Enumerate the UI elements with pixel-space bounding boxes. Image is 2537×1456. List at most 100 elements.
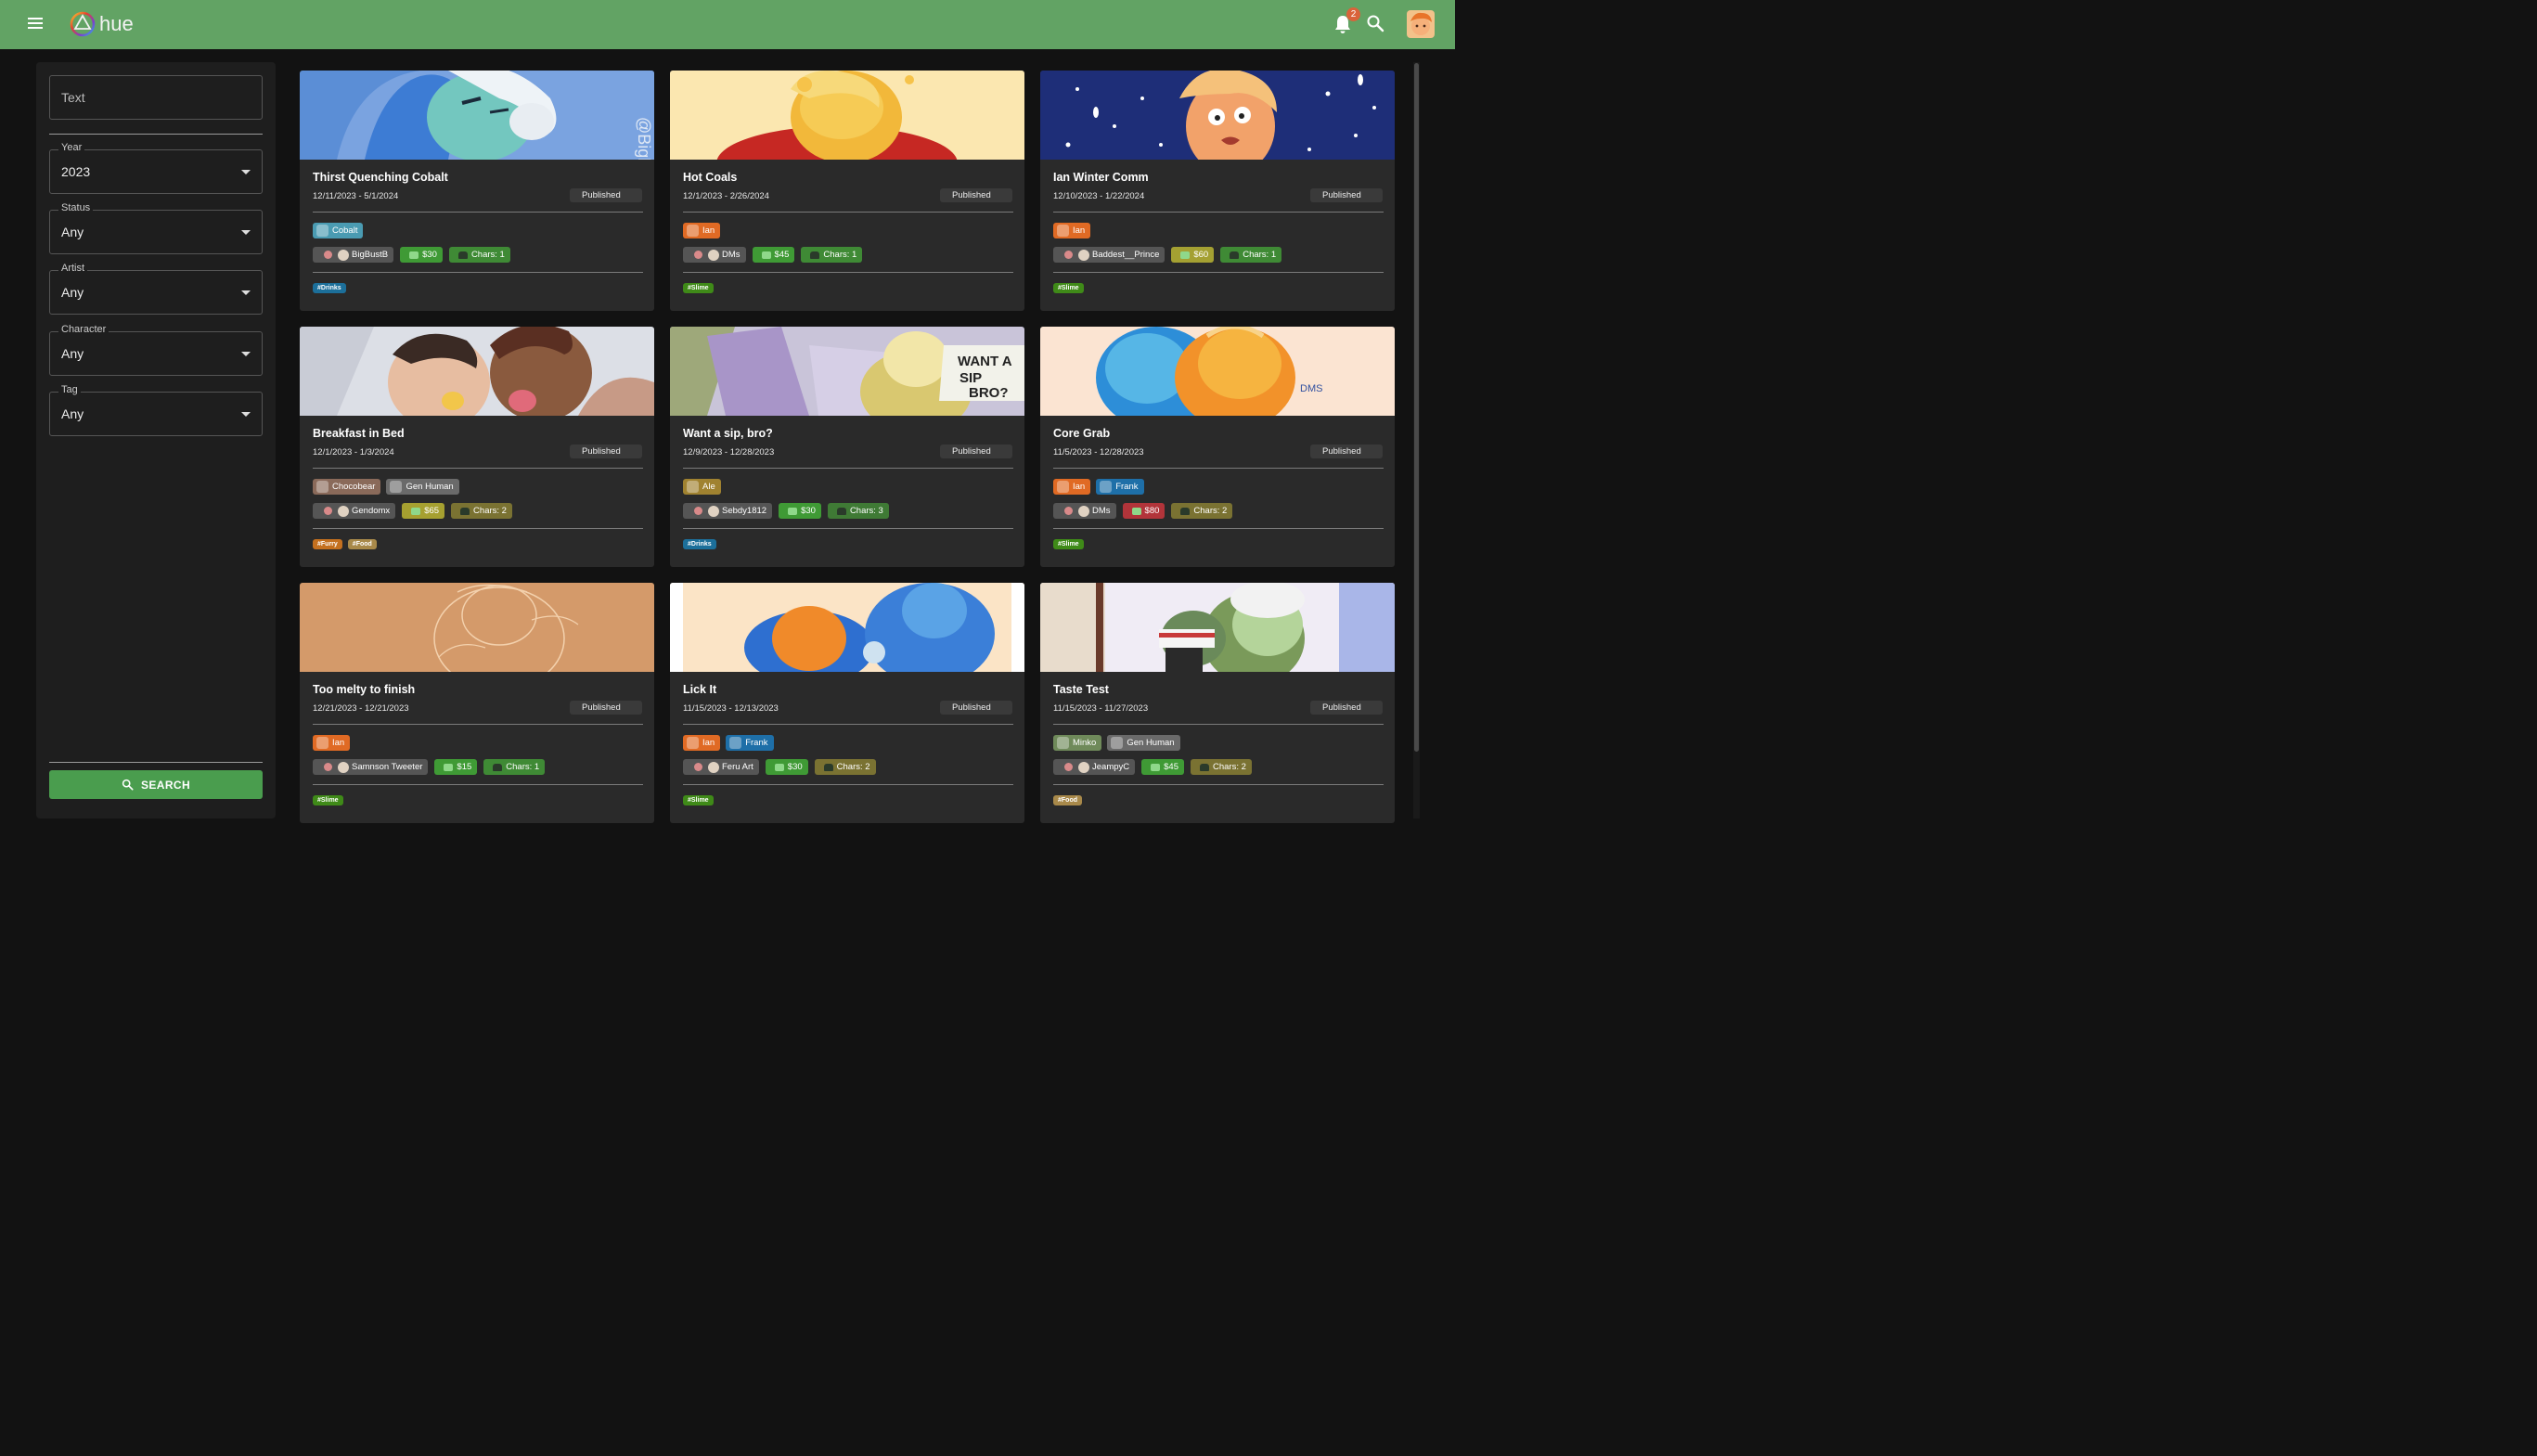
character-chip[interactable]: Ian — [683, 735, 721, 751]
character-name: Ian — [702, 225, 715, 236]
card-title[interactable]: Breakfast in Bed — [313, 427, 405, 440]
artist-chip[interactable]: DMs — [683, 247, 746, 263]
tag-chip[interactable]: #Slime — [1053, 283, 1084, 293]
price-value: $30 — [787, 762, 803, 772]
character-chip[interactable]: Ian — [313, 735, 351, 751]
commission-card[interactable]: Too melty to finish 12/21/2023 - 12/21/2… — [300, 583, 654, 823]
tag-chip[interactable]: #Slime — [1053, 539, 1084, 549]
money-icon — [444, 763, 454, 771]
search-icon — [122, 779, 134, 791]
meta-row: Samnson Tweeter $15 Chars: 1 — [313, 759, 546, 775]
people-icon — [493, 763, 503, 771]
character-count-chip: Chars: 3 — [827, 503, 889, 519]
price-value: $65 — [424, 506, 440, 516]
card-banner-image[interactable] — [300, 583, 654, 672]
tag-chip[interactable]: #Slime — [313, 795, 343, 805]
card-banner-image[interactable] — [300, 327, 654, 416]
app-logo[interactable]: hue — [70, 11, 134, 37]
card-title[interactable]: Ian Winter Comm — [1053, 171, 1149, 184]
tag-chip[interactable]: #Food — [1053, 795, 1082, 805]
scrollbar-thumb[interactable] — [1414, 63, 1419, 752]
search-icon[interactable] — [1366, 14, 1384, 32]
search-button[interactable]: SEARCH — [49, 770, 263, 799]
character-count-chip: Chars: 2 — [451, 503, 512, 519]
text-search-input[interactable] — [50, 76, 262, 119]
commission-card[interactable]: DMS Core Grab 11/5/2023 - 12/28/2023 Pub… — [1040, 327, 1395, 567]
artist-chip[interactable]: Baddest__Prince — [1053, 247, 1165, 263]
card-banner-image[interactable] — [1040, 71, 1395, 160]
character-row: Ale — [683, 479, 721, 495]
text-search-field[interactable] — [49, 75, 263, 120]
card-banner-image[interactable]: @Bigl — [300, 71, 654, 160]
character-name: Cobalt — [332, 225, 358, 236]
tag-chip[interactable]: #Drinks — [313, 283, 346, 293]
commission-card[interactable]: Taste Test 11/15/2023 - 11/27/2023 Publi… — [1040, 583, 1395, 823]
character-chip[interactable]: Minko — [1053, 735, 1102, 751]
character-chip[interactable]: Gen Human — [1107, 735, 1180, 751]
character-chip[interactable]: Cobalt — [313, 223, 364, 238]
svg-text:SIP: SIP — [959, 370, 982, 386]
card-date-range: 11/5/2023 - 12/28/2023 — [1053, 447, 1144, 457]
tag-chip[interactable]: #Slime — [683, 795, 714, 805]
card-banner-image[interactable] — [1040, 583, 1395, 672]
tag-chip[interactable]: #Drinks — [683, 539, 716, 549]
character-count: Chars: 1 — [823, 250, 857, 260]
card-title[interactable]: Core Grab — [1053, 427, 1110, 440]
palette-icon — [694, 763, 702, 771]
year-select[interactable]: Year 2023 — [49, 142, 263, 194]
character-chip[interactable]: Chocobear — [313, 479, 381, 495]
artist-chip[interactable]: DMs — [1053, 503, 1116, 519]
character-chip[interactable]: Frank — [1096, 479, 1144, 495]
status-select[interactable]: Status Any — [49, 202, 263, 254]
tag-chip[interactable]: #Furry — [313, 539, 342, 549]
artist-chip[interactable]: Samnson Tweeter — [313, 759, 429, 775]
price-value: $60 — [1193, 250, 1209, 260]
commission-card[interactable]: @Bigl Thirst Quenching Cobalt 12/11/2023… — [300, 71, 654, 311]
tag-select[interactable]: Tag Any — [49, 384, 263, 436]
character-select[interactable]: Character Any — [49, 324, 263, 376]
character-count: Chars: 1 — [470, 250, 505, 260]
price-chip: $80 — [1122, 503, 1165, 519]
card-banner-image[interactable] — [670, 583, 1024, 672]
card-banner-image[interactable]: DMS — [1040, 327, 1395, 416]
card-date-range: 12/10/2023 - 1/22/2024 — [1053, 191, 1145, 201]
svg-text:DMS: DMS — [1300, 383, 1322, 394]
card-banner-image[interactable] — [670, 71, 1024, 160]
card-banner-image[interactable]: WANT A SIP BRO? — [670, 327, 1024, 416]
artist-select[interactable]: Artist Any — [49, 263, 263, 315]
palette-icon — [694, 251, 702, 259]
card-title[interactable]: Taste Test — [1053, 683, 1109, 696]
artist-chip[interactable]: Sebdy1812 — [683, 503, 773, 519]
tag-chip[interactable]: #Food — [347, 539, 377, 549]
money-icon — [761, 251, 771, 259]
commission-card[interactable]: WANT A SIP BRO? Want a sip, bro? 12/9/2023… — [670, 327, 1024, 567]
card-date-range: 12/11/2023 - 5/1/2024 — [313, 191, 399, 201]
artist-chip[interactable]: BigBustB — [313, 247, 394, 263]
card-title[interactable]: Thirst Quenching Cobalt — [313, 171, 448, 184]
commission-card[interactable]: Hot Coals 12/1/2023 - 2/26/2024 Publishe… — [670, 71, 1024, 311]
commission-card[interactable]: Lick It 11/15/2023 - 12/13/2023 Publishe… — [670, 583, 1024, 823]
artist-chip[interactable]: JeampyC — [1053, 759, 1136, 775]
divider — [1053, 528, 1384, 529]
artist-chip[interactable]: Feru Art — [683, 759, 759, 775]
user-avatar[interactable] — [1407, 10, 1435, 38]
card-title[interactable]: Lick It — [683, 683, 716, 696]
divider — [1053, 724, 1384, 725]
card-title[interactable]: Too melty to finish — [313, 683, 415, 696]
character-name: Ian — [702, 738, 715, 748]
commission-card[interactable]: Breakfast in Bed 12/1/2023 - 1/3/2024 Pu… — [300, 327, 654, 567]
card-title[interactable]: Want a sip, bro? — [683, 427, 773, 440]
tag-chip[interactable]: #Slime — [683, 283, 714, 293]
character-chip[interactable]: Ian — [1053, 223, 1091, 238]
card-title[interactable]: Hot Coals — [683, 171, 737, 184]
character-count-chip: Chars: 1 — [448, 247, 510, 263]
character-chip[interactable]: Gen Human — [386, 479, 459, 495]
card-date-range: 12/21/2023 - 12/21/2023 — [313, 703, 409, 714]
character-chip[interactable]: Ale — [683, 479, 721, 495]
character-chip[interactable]: Ian — [1053, 479, 1091, 495]
character-chip[interactable]: Frank — [726, 735, 774, 751]
commission-card[interactable]: Ian Winter Comm 12/10/2023 - 1/22/2024 P… — [1040, 71, 1395, 311]
menu-button[interactable] — [25, 15, 45, 33]
character-chip[interactable]: Ian — [683, 223, 721, 238]
artist-chip[interactable]: Gendomx — [313, 503, 396, 519]
